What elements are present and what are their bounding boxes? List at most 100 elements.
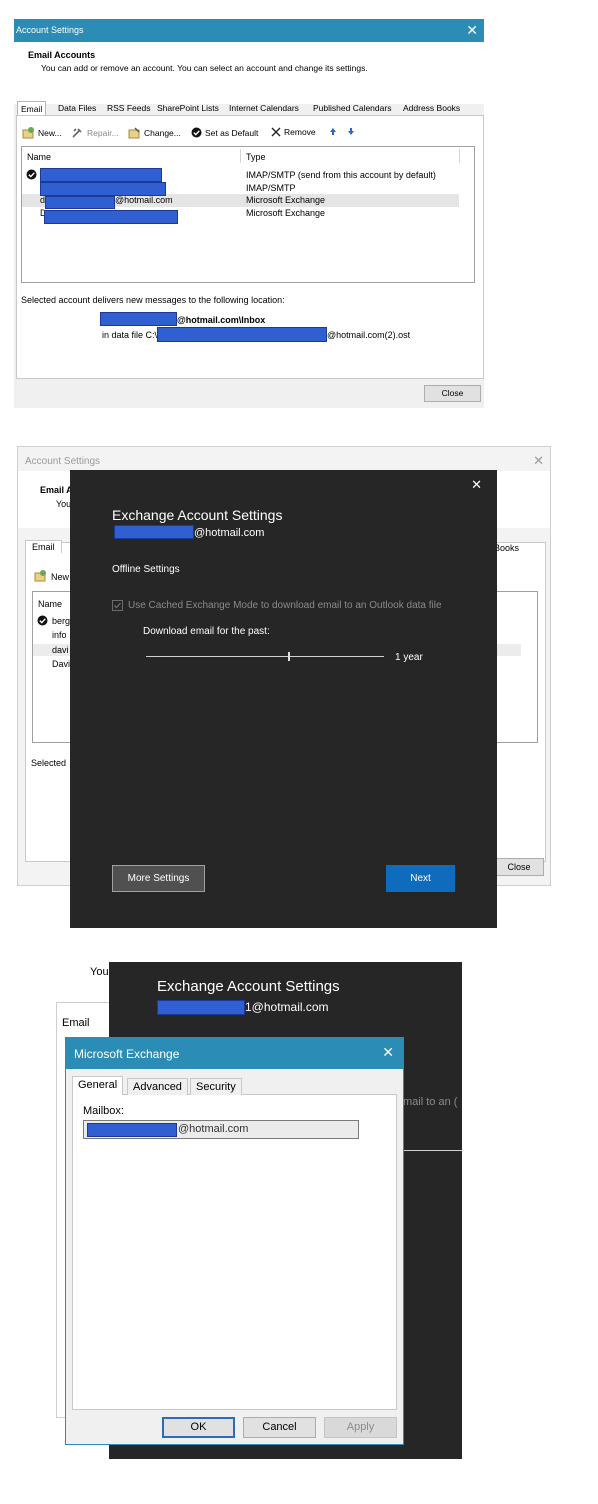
cached-mode-label: Use Cached Exchange Mode to download ema… <box>128 600 442 611</box>
close-icon[interactable]: ✕ <box>466 22 478 39</box>
account-type: Microsoft Exchange <box>246 208 326 218</box>
new-account-icon <box>22 127 35 139</box>
redaction-box <box>100 312 177 326</box>
tab-email[interactable]: Email <box>62 1017 90 1029</box>
account-type: IMAP/SMTP (send from this account by def… <box>246 170 436 180</box>
section-heading: Email A <box>40 485 73 495</box>
download-period-label: Download email for the past: <box>143 626 270 637</box>
slider-fragment <box>403 1150 462 1151</box>
cached-mode-checkbox[interactable] <box>112 600 123 611</box>
remove-button[interactable]: Remove <box>271 127 316 137</box>
account-name: berg <box>52 616 71 626</box>
tab-security[interactable]: Security <box>190 1078 242 1095</box>
dialog-title: Exchange Account Settings <box>112 507 283 523</box>
repair-button-label: Repair... <box>87 128 119 138</box>
slider-thumb[interactable] <box>287 652 290 661</box>
download-period-slider[interactable] <box>146 652 384 661</box>
cached-mode-label-fragment: mail to an ( <box>403 1096 458 1108</box>
slider-value: 1 year <box>395 652 423 663</box>
apply-button[interactable]: Apply <box>324 1417 397 1438</box>
redaction-box <box>44 210 178 224</box>
microsoft-exchange-panel: You Email Exchange Account Settings 1@ho… <box>0 950 598 1504</box>
delivery-description: Selected account delivers new messages t… <box>21 295 285 305</box>
datafile-suffix: @hotmail.com(2).ost <box>327 330 411 340</box>
arrow-down-icon <box>347 127 355 136</box>
dialog-title: Exchange Account Settings <box>157 978 340 995</box>
tab-advanced[interactable]: Advanced <box>127 1078 188 1095</box>
redaction-box <box>114 525 194 539</box>
tab-data-files[interactable]: Data Files <box>55 101 99 115</box>
title-bar: Account Settings ✕ <box>14 19 484 42</box>
account-type: IMAP/SMTP <box>246 183 296 193</box>
tab-general[interactable]: General <box>72 1076 124 1095</box>
tab-address-books[interactable]: Books <box>494 543 519 553</box>
close-button[interactable]: Close <box>424 385 481 402</box>
redaction-box <box>157 327 327 342</box>
close-button[interactable]: Close <box>494 858 544 876</box>
move-up-button[interactable] <box>329 127 337 136</box>
offline-settings-heading: Offline Settings <box>112 564 180 575</box>
account-name: davi <box>52 645 69 655</box>
tab-strip: Email Data Files RSS Feeds SharePoint Li… <box>16 101 482 116</box>
column-header-type[interactable]: Type <box>246 152 266 162</box>
close-icon[interactable]: ✕ <box>471 477 482 493</box>
delivery-description: Selected <box>31 758 67 768</box>
default-account-check-icon <box>37 615 48 626</box>
close-icon[interactable]: ✕ <box>382 1044 394 1061</box>
mailbox-value: @hotmail.com <box>178 1123 249 1135</box>
change-button[interactable]: Change... <box>128 127 181 139</box>
dialog-title: Microsoft Exchange <box>74 1047 180 1061</box>
move-down-button[interactable] <box>347 127 355 136</box>
section-subtitle: You <box>56 499 72 509</box>
tab-email[interactable]: Email <box>17 101 47 116</box>
arrow-up-icon <box>329 127 337 136</box>
tab-address-books[interactable]: Address Books <box>400 101 463 115</box>
default-account-check-icon <box>26 169 37 180</box>
datafile-prefix: in data file C:\ <box>102 330 158 340</box>
ok-button[interactable]: OK <box>162 1417 235 1438</box>
tab-published-calendars[interactable]: Published Calendars <box>310 101 394 115</box>
redaction-box <box>40 182 166 196</box>
repair-button[interactable]: Repair... <box>71 127 119 139</box>
wrench-icon <box>71 127 84 139</box>
tab-sharepoint-lists[interactable]: SharePoint Lists <box>154 101 222 115</box>
new-account-icon <box>34 570 47 582</box>
account-list[interactable]: Name Type IMAP/SMTP (send from this acco… <box>21 146 475 283</box>
mailbox-field[interactable]: @hotmail.com <box>83 1120 359 1139</box>
microsoft-exchange-dialog: Microsoft Exchange ✕ General Advanced Se… <box>65 1037 404 1445</box>
redaction-box <box>157 1000 245 1015</box>
account-name: Davi <box>52 659 71 669</box>
background-subtitle-fragment: You <box>90 966 109 978</box>
change-account-icon <box>128 127 141 139</box>
new-button-label[interactable]: New <box>51 572 69 582</box>
section-heading: Email Accounts <box>28 50 96 60</box>
title-bar: Microsoft Exchange ✕ <box>66 1038 403 1069</box>
exchange-account-dialog: ✕ Exchange Account Settings @hotmail.com… <box>70 470 497 928</box>
close-icon[interactable]: ✕ <box>533 453 544 469</box>
set-default-label: Set as Default <box>205 127 259 138</box>
tab-internet-calendars[interactable]: Internet Calendars <box>226 101 302 115</box>
set-default-button[interactable]: Set as Default <box>191 127 258 138</box>
column-header-name[interactable]: Name <box>27 152 51 162</box>
account-type: Microsoft Exchange <box>246 195 326 205</box>
tab-email[interactable]: Email <box>25 540 62 553</box>
header-area: Email Accounts You can add or remove an … <box>14 42 484 104</box>
new-button[interactable]: New... <box>22 127 62 139</box>
cancel-button[interactable]: Cancel <box>243 1417 316 1438</box>
tab-strip: General Advanced Security <box>72 1076 395 1095</box>
mailbox-label: Mailbox: <box>83 1105 124 1117</box>
redaction-box <box>40 168 162 182</box>
window-title: Account Settings <box>16 25 84 35</box>
next-button[interactable]: Next <box>386 865 455 892</box>
section-subtitle: You can add or remove an account. You ca… <box>41 63 368 73</box>
account-settings-window: Account Settings ✕ Email Accounts You ca… <box>14 19 484 408</box>
more-settings-button[interactable]: More Settings <box>112 865 205 892</box>
remove-x-icon <box>271 127 281 137</box>
tab-rss-feeds[interactable]: RSS Feeds <box>104 101 153 115</box>
window-title: Account Settings <box>25 456 101 467</box>
column-header-name: Name <box>38 599 63 609</box>
redaction-box <box>45 196 115 209</box>
new-button-label: New... <box>38 128 62 138</box>
account-email: @hotmail.com <box>194 527 265 539</box>
exchange-settings-panel: Account Settings ✕ Email A You Email Boo… <box>0 445 598 930</box>
